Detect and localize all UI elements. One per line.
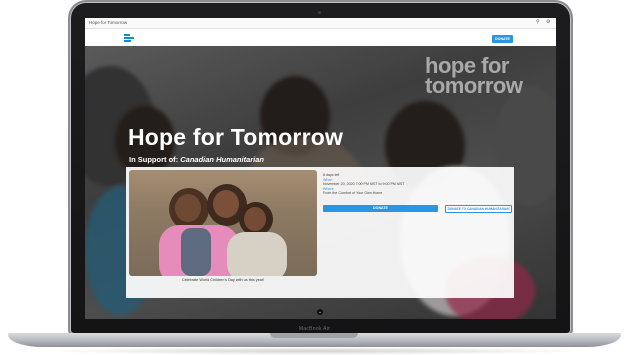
gear-icon[interactable]: ⚙ — [546, 20, 550, 25]
campaign-photo — [129, 170, 317, 276]
photo-caption: Celebrate World Children's Day with us t… — [181, 278, 265, 282]
hero-section: hope for tomorrow Hope for Tomorrow In S… — [85, 46, 556, 319]
when-value: November 20, 2020 7:00 PM MST to 9:00 PM… — [323, 182, 405, 187]
support-line: In Support of: Canadian Humanitarian — [129, 155, 264, 164]
logo-stripes-icon[interactable] — [124, 34, 136, 42]
support-org-link[interactable]: Canadian Humanitarian — [180, 155, 264, 164]
base-notch — [270, 333, 358, 338]
support-prefix: In Support of: — [129, 155, 179, 164]
laptop-model-label: MacBook Air — [298, 326, 331, 332]
page-title: Hope for Tomorrow — [128, 124, 344, 150]
donate-button[interactable]: DONATE — [323, 205, 438, 212]
screen: Hope for Tomorrow ⚲ ⚙ DONATE hope for to… — [85, 18, 556, 319]
header-donate-button[interactable]: DONATE — [492, 35, 513, 43]
donate-to-org-button[interactable]: DONATE TO CANADIAN HUMANITARIAN — [445, 205, 512, 213]
background-wall-text: hope for tomorrow — [425, 53, 523, 98]
laptop-shadow — [40, 347, 590, 355]
search-icon[interactable]: ⚲ — [536, 20, 540, 25]
where-value: From the Comfort of Your Own Home — [323, 191, 383, 196]
campaign-card: Celebrate World Children's Day with us t… — [126, 167, 514, 298]
laptop-base — [8, 333, 621, 347]
camera-dot — [318, 11, 321, 14]
site-header: DONATE — [85, 29, 556, 46]
browser-bar: Hope for Tomorrow ⚲ ⚙ — [85, 18, 556, 29]
event-info: 8 days left When November 20, 2020 7:00 … — [323, 173, 404, 196]
scroll-down-icon[interactable]: ⌄ — [317, 309, 323, 315]
browser-tab-title[interactable]: Hope for Tomorrow — [89, 20, 127, 25]
